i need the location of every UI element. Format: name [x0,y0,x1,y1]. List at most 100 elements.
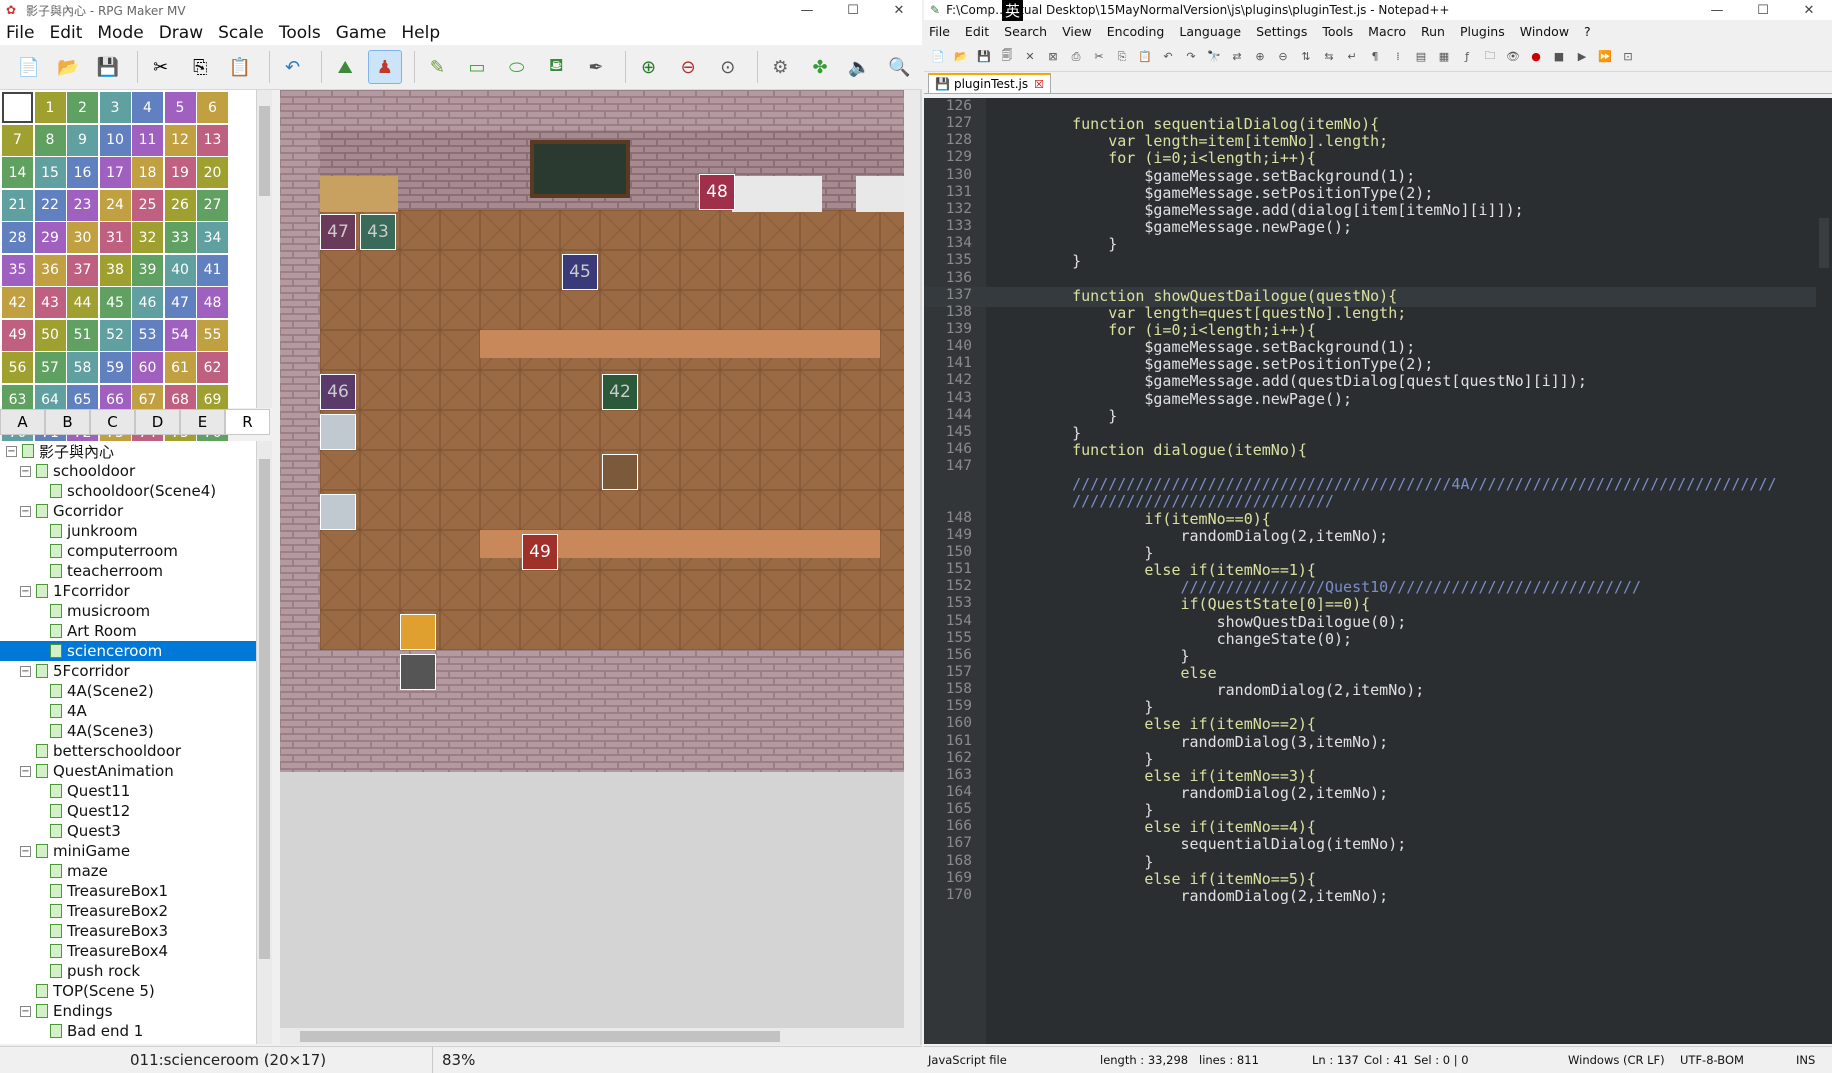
map-tree-item[interactable]: 4A(Scene2) [0,681,258,701]
maximize-icon[interactable]: ☐ [830,0,876,21]
palette-tile[interactable]: 1 [34,92,66,123]
npp-menu-item[interactable]: Language [1179,24,1241,39]
map-tree-item[interactable]: Art Room [0,621,258,641]
map-tree-item[interactable]: schooldoor(Scene4) [0,481,258,501]
palette-tile[interactable]: 4 [132,92,163,123]
menu-item[interactable]: Help [401,23,440,43]
word-wrap-icon[interactable]: ↵ [1343,48,1361,66]
map-tree-item[interactable]: Bad end 1 [0,1021,258,1041]
palette-scroll-thumb[interactable] [259,106,270,196]
map-tree-item[interactable]: Quest3 [0,821,258,841]
palette-tile[interactable]: 29 [34,222,66,253]
replace-icon[interactable]: ⇄ [1228,48,1246,66]
save-all-icon[interactable]: 🗐 [998,48,1016,66]
palette-tile[interactable]: 42 [2,287,33,318]
tree-scroll-thumb[interactable] [259,459,270,959]
paste-icon[interactable]: 📋 [1136,48,1154,66]
close-icon[interactable]: ✕ [876,0,922,21]
editor-vscrollbar[interactable] [1816,98,1832,1044]
palette-tile[interactable]: 22 [34,189,66,221]
npp-menu-item[interactable]: Edit [965,24,989,39]
map-tree-item[interactable]: TreasureBox2 [0,901,258,921]
menu-item[interactable]: Edit [49,23,82,43]
shadow-pen-icon[interactable]: ✒ [579,50,613,84]
map-tree-item[interactable]: TreasureBox4 [0,941,258,961]
palette-tile[interactable]: 13 [197,124,228,156]
palette-tile[interactable]: 5 [164,92,196,123]
editor-scroll-thumb[interactable] [1819,218,1829,268]
event-search-icon[interactable]: 🔍 [882,50,916,84]
collapse-icon[interactable]: − [20,765,31,777]
palette-tile[interactable]: 43 [34,287,66,318]
find-icon[interactable]: 🔭 [1205,48,1223,66]
palette-tile[interactable]: 20 [197,157,228,188]
window-event-icon[interactable] [320,414,356,450]
map-tree-item[interactable]: junkroom [0,521,258,541]
code-line[interactable]: 170 randomDialog(2,itemNo); [924,887,1832,907]
palette-tile[interactable]: 7 [2,124,33,156]
map-tree-item[interactable]: push rock [0,961,258,981]
palette-tile[interactable]: 30 [67,222,98,253]
tab-close-icon[interactable]: ☒ [1034,78,1044,91]
transfer-event-icon[interactable] [400,614,436,650]
palette-tile[interactable]: 40 [164,254,196,286]
run-macro-multi-icon[interactable]: ⏩ [1596,48,1614,66]
copy-icon[interactable]: ⎘ [183,50,217,84]
character-event-icon[interactable] [602,454,638,490]
menu-item[interactable]: Mode [97,23,143,43]
zoom-in-icon[interactable]: ⊕ [632,50,666,84]
tileset-tab[interactable]: R [225,409,270,435]
menu-item[interactable]: Scale [218,23,264,43]
palette-tile[interactable]: 48 [197,287,228,318]
sync-vertical-icon[interactable]: ⇅ [1297,48,1315,66]
map-tree-item[interactable]: TOP(Scene 5) [0,981,258,1001]
close-all-icon[interactable]: ⊠ [1044,48,1062,66]
monitoring-icon[interactable]: 👁 [1504,48,1522,66]
palette-tile[interactable]: 61 [164,352,196,383]
event-mode-icon[interactable]: ♟ [367,50,402,84]
undo-icon[interactable]: ↶ [1159,48,1177,66]
map-event[interactable]: 42 [602,374,638,410]
palette-tile[interactable]: 38 [99,254,131,286]
map-event[interactable]: 43 [360,214,396,250]
database-gear-icon[interactable]: ⚙ [764,50,798,84]
open-file-icon[interactable]: 📂 [952,48,970,66]
npp-menu-item[interactable]: Window [1520,24,1569,39]
map-tree-item[interactable]: − 5Fcorridor [0,661,258,681]
zoom-out-icon[interactable]: ⊖ [671,50,705,84]
palette-tile[interactable]: 27 [197,189,228,221]
palette-tile[interactable]: 16 [67,157,98,188]
open-project-icon[interactable]: 📂 [52,50,86,84]
palette-tile[interactable]: 50 [34,319,66,351]
palette-tile[interactable]: 46 [132,287,163,318]
close-icon[interactable]: ✕ [1786,0,1832,21]
npp-menu-item[interactable]: View [1062,24,1092,39]
tree-scrollbar[interactable] [256,441,272,1044]
ime-indicator[interactable]: 英 [1002,0,1024,21]
lang-define-icon[interactable]: ▤ [1412,48,1430,66]
map-tree-item[interactable]: − Gcorridor [0,501,258,521]
folder-workspace-icon[interactable]: 🗀 [1481,48,1499,66]
map-tree-item[interactable]: betterschooldoor [0,741,258,761]
map-event[interactable]: 45 [562,254,598,290]
show-all-chars-icon[interactable]: ¶ [1366,48,1384,66]
palette-tile[interactable]: 18 [132,157,163,188]
palette-tile[interactable]: 57 [34,352,66,383]
palette-tile[interactable]: 56 [2,352,33,383]
zoom-actual-icon[interactable]: ⊙ [711,50,745,84]
palette-tile[interactable]: 31 [99,222,131,253]
menu-item[interactable]: Tools [279,23,321,43]
stop-macro-icon[interactable]: ■ [1550,48,1568,66]
map-tree-item[interactable]: TreasureBox1 [0,881,258,901]
tileset-tab[interactable]: D [135,409,180,435]
save-macro-icon[interactable]: ⊡ [1619,48,1637,66]
npp-menu-item[interactable]: Settings [1256,24,1307,39]
map-tree-item[interactable]: 4A [0,701,258,721]
palette-tile[interactable]: 23 [67,189,98,221]
code-editor[interactable]: 126 127 function sequentialDialog(itemNo)… [924,98,1832,1044]
npp-menu-item[interactable]: Run [1421,24,1445,39]
palette-empty-tile[interactable] [2,92,33,123]
npp-menu-item[interactable]: File [929,24,950,39]
save-icon[interactable]: 💾 [975,48,993,66]
zoom-in-icon[interactable]: ⊕ [1251,48,1269,66]
